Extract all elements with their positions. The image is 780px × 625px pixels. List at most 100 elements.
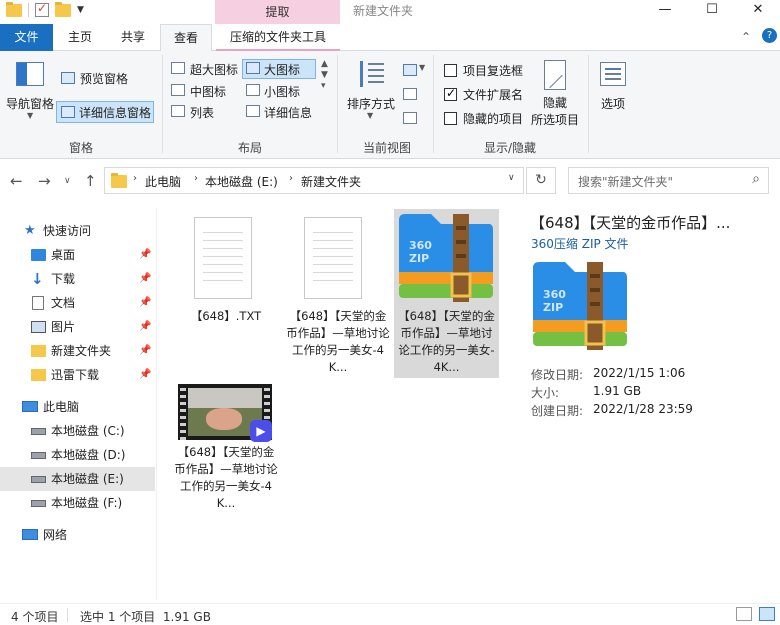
layout-list[interactable]: 列表 xyxy=(190,104,214,121)
chevron-down-icon[interactable]: ▼ xyxy=(367,111,373,120)
document-icon xyxy=(32,296,44,310)
forward-arrow-icon[interactable]: → xyxy=(38,172,51,190)
chevron-down-icon[interactable]: ▼ xyxy=(27,111,33,120)
navigation-pane-button[interactable]: 导航窗格 xyxy=(6,95,54,112)
tab-share[interactable]: 共享 xyxy=(108,24,158,51)
sort-by-button[interactable]: 排序方式 xyxy=(347,95,395,112)
tab-home[interactable]: 主页 xyxy=(55,24,105,51)
new-folder-icon[interactable] xyxy=(55,1,71,17)
tab-file[interactable]: 文件 xyxy=(0,24,53,51)
item-checkboxes-checkbox[interactable] xyxy=(444,64,457,77)
nav-item-documents[interactable]: 文档 📌 xyxy=(0,291,155,315)
collapse-ribbon-icon[interactable]: ⌃ xyxy=(741,30,751,44)
size-value: 1.91 GB xyxy=(593,384,642,398)
sort-by-icon[interactable] xyxy=(358,59,386,89)
properties-icon[interactable] xyxy=(35,1,49,17)
breadcrumb-this-pc[interactable]: 此电脑 xyxy=(145,173,181,190)
nav-drive-e[interactable]: 本地磁盘 (E:) xyxy=(0,467,155,491)
preview-pane-button[interactable]: 预览窗格 xyxy=(80,70,128,87)
refresh-button[interactable]: ↻ xyxy=(526,167,556,194)
group-by-icon[interactable] xyxy=(403,64,417,76)
nav-item-pictures[interactable]: 图片 📌 xyxy=(0,315,155,339)
nav-drive-c[interactable]: 本地磁盘 (C:) xyxy=(0,419,155,443)
hidden-items-label[interactable]: 隐藏的项目 xyxy=(463,110,523,127)
up-arrow-icon[interactable]: ↑ xyxy=(84,172,97,190)
layout-extra-large-icons[interactable]: 超大图标 xyxy=(190,61,238,78)
breadcrumb-drive-e[interactable]: 本地磁盘 (E:) xyxy=(205,173,278,190)
tab-compressed-folder-tools[interactable]: 压缩的文件夹工具 xyxy=(216,24,340,51)
back-arrow-icon[interactable]: ← xyxy=(10,172,23,190)
layout-details[interactable]: 详细信息 xyxy=(264,104,312,121)
pin-icon[interactable]: 📌 xyxy=(139,267,151,291)
item-checkboxes-label[interactable]: 项目复选框 xyxy=(463,62,523,79)
pane-divider[interactable] xyxy=(156,208,157,600)
picture-icon xyxy=(31,321,46,333)
file-item[interactable]: 【648】.TXT xyxy=(172,212,280,330)
nav-this-pc[interactable]: 此电脑 xyxy=(0,395,155,419)
nav-item-desktop[interactable]: 桌面 📌 xyxy=(0,243,155,267)
recent-locations-chevron-icon[interactable]: ∨ xyxy=(64,176,71,186)
pin-icon[interactable]: 📌 xyxy=(139,339,151,363)
nav-network[interactable]: 网络 xyxy=(0,523,155,547)
options-button[interactable]: 选项 xyxy=(601,95,625,112)
nav-item-thunder-downloads[interactable]: 迅雷下载 📌 xyxy=(0,363,155,387)
nav-quick-access[interactable]: ★ 快速访问 xyxy=(0,219,155,243)
options-icon[interactable] xyxy=(600,62,626,86)
nav-label: 桌面 xyxy=(51,248,76,262)
pin-icon[interactable]: 📌 xyxy=(139,243,151,267)
chevron-down-icon[interactable]: ▼ xyxy=(419,63,425,72)
pin-icon[interactable]: 📌 xyxy=(139,315,151,339)
file-item-selected[interactable]: 360 ZIP 【648】【天堂的金币作品】—草地讨论工作的另一美女-4K... xyxy=(394,209,499,378)
address-bar[interactable]: › 此电脑 › 本地磁盘 (E:) › 新建文件夹 ∨ xyxy=(104,167,524,194)
context-tab-extract[interactable]: 提取 xyxy=(215,0,340,24)
hide-selected-icon[interactable] xyxy=(544,60,566,90)
add-columns-icon[interactable] xyxy=(403,88,417,100)
layout-small-icons[interactable]: 小图标 xyxy=(264,83,300,100)
maximize-button[interactable]: ☐ xyxy=(689,0,735,22)
details-pane-button[interactable]: 详细信息窗格 xyxy=(56,101,154,123)
help-icon[interactable]: ? xyxy=(762,28,777,43)
layout-large-icons[interactable]: 大图标 xyxy=(264,61,300,78)
chevron-right-icon[interactable]: › xyxy=(194,173,198,184)
details-view-toggle-icon[interactable] xyxy=(736,607,752,621)
divider xyxy=(588,55,589,153)
chevron-right-icon[interactable]: › xyxy=(133,173,137,184)
minimize-button[interactable]: — xyxy=(642,0,688,22)
divider xyxy=(337,55,338,153)
search-icon: ⌕ xyxy=(752,171,760,187)
nav-label: 新建文件夹 xyxy=(51,344,112,358)
search-input[interactable]: 搜索"新建文件夹" ⌕ xyxy=(568,167,769,194)
download-arrow-icon: ↓ xyxy=(31,270,44,288)
hidden-items-checkbox[interactable] xyxy=(444,112,457,125)
layout-medium-icons[interactable]: 中图标 xyxy=(190,83,226,100)
hide-selected-button-line2[interactable]: 所选项目 xyxy=(531,111,579,128)
large-icons-view-toggle-icon[interactable] xyxy=(759,607,775,621)
window-title: 新建文件夹 xyxy=(353,4,414,18)
file-item[interactable]: ▶ 【648】【天堂的金币作品】—草地讨论工作的另一美女-4K... xyxy=(172,382,280,512)
customize-toolbar-icon[interactable]: ▼ xyxy=(77,5,84,15)
layout-scroll-icon[interactable]: ▲ ▼ ▾ xyxy=(321,59,328,92)
drive-icon xyxy=(31,476,46,483)
nav-item-downloads[interactable]: ↓ 下载 📌 xyxy=(0,267,155,291)
file-item[interactable]: 【648】【天堂的金币作品】—草地讨论工作的另一美女-4K... xyxy=(284,212,392,378)
hide-selected-button-line1[interactable]: 隐藏 xyxy=(543,94,567,111)
file-extensions-label[interactable]: 文件扩展名 xyxy=(463,86,523,103)
nav-drive-f[interactable]: 本地磁盘 (F:) xyxy=(0,491,155,515)
tab-view[interactable]: 查看 xyxy=(160,24,212,52)
chevron-right-icon[interactable]: › xyxy=(289,173,293,184)
chevron-down-icon[interactable]: ∨ xyxy=(508,173,515,183)
folder-icon xyxy=(111,173,127,188)
nav-item-new-folder[interactable]: 新建文件夹 📌 xyxy=(0,339,155,363)
file-extensions-checkbox[interactable] xyxy=(444,86,457,101)
pin-icon[interactable]: 📌 xyxy=(139,291,151,315)
nav-label: 本地磁盘 (E:) xyxy=(51,472,124,486)
nav-drive-d[interactable]: 本地磁盘 (D:) xyxy=(0,443,155,467)
close-button[interactable]: ✕ xyxy=(735,0,780,22)
search-placeholder: 搜索"新建文件夹" xyxy=(578,175,674,189)
size-columns-icon[interactable] xyxy=(403,112,417,124)
breadcrumb-new-folder[interactable]: 新建文件夹 xyxy=(301,173,361,190)
navigation-pane-icon[interactable] xyxy=(16,62,44,86)
divider xyxy=(28,3,29,17)
pin-icon[interactable]: 📌 xyxy=(139,363,151,387)
drive-icon xyxy=(31,452,46,459)
